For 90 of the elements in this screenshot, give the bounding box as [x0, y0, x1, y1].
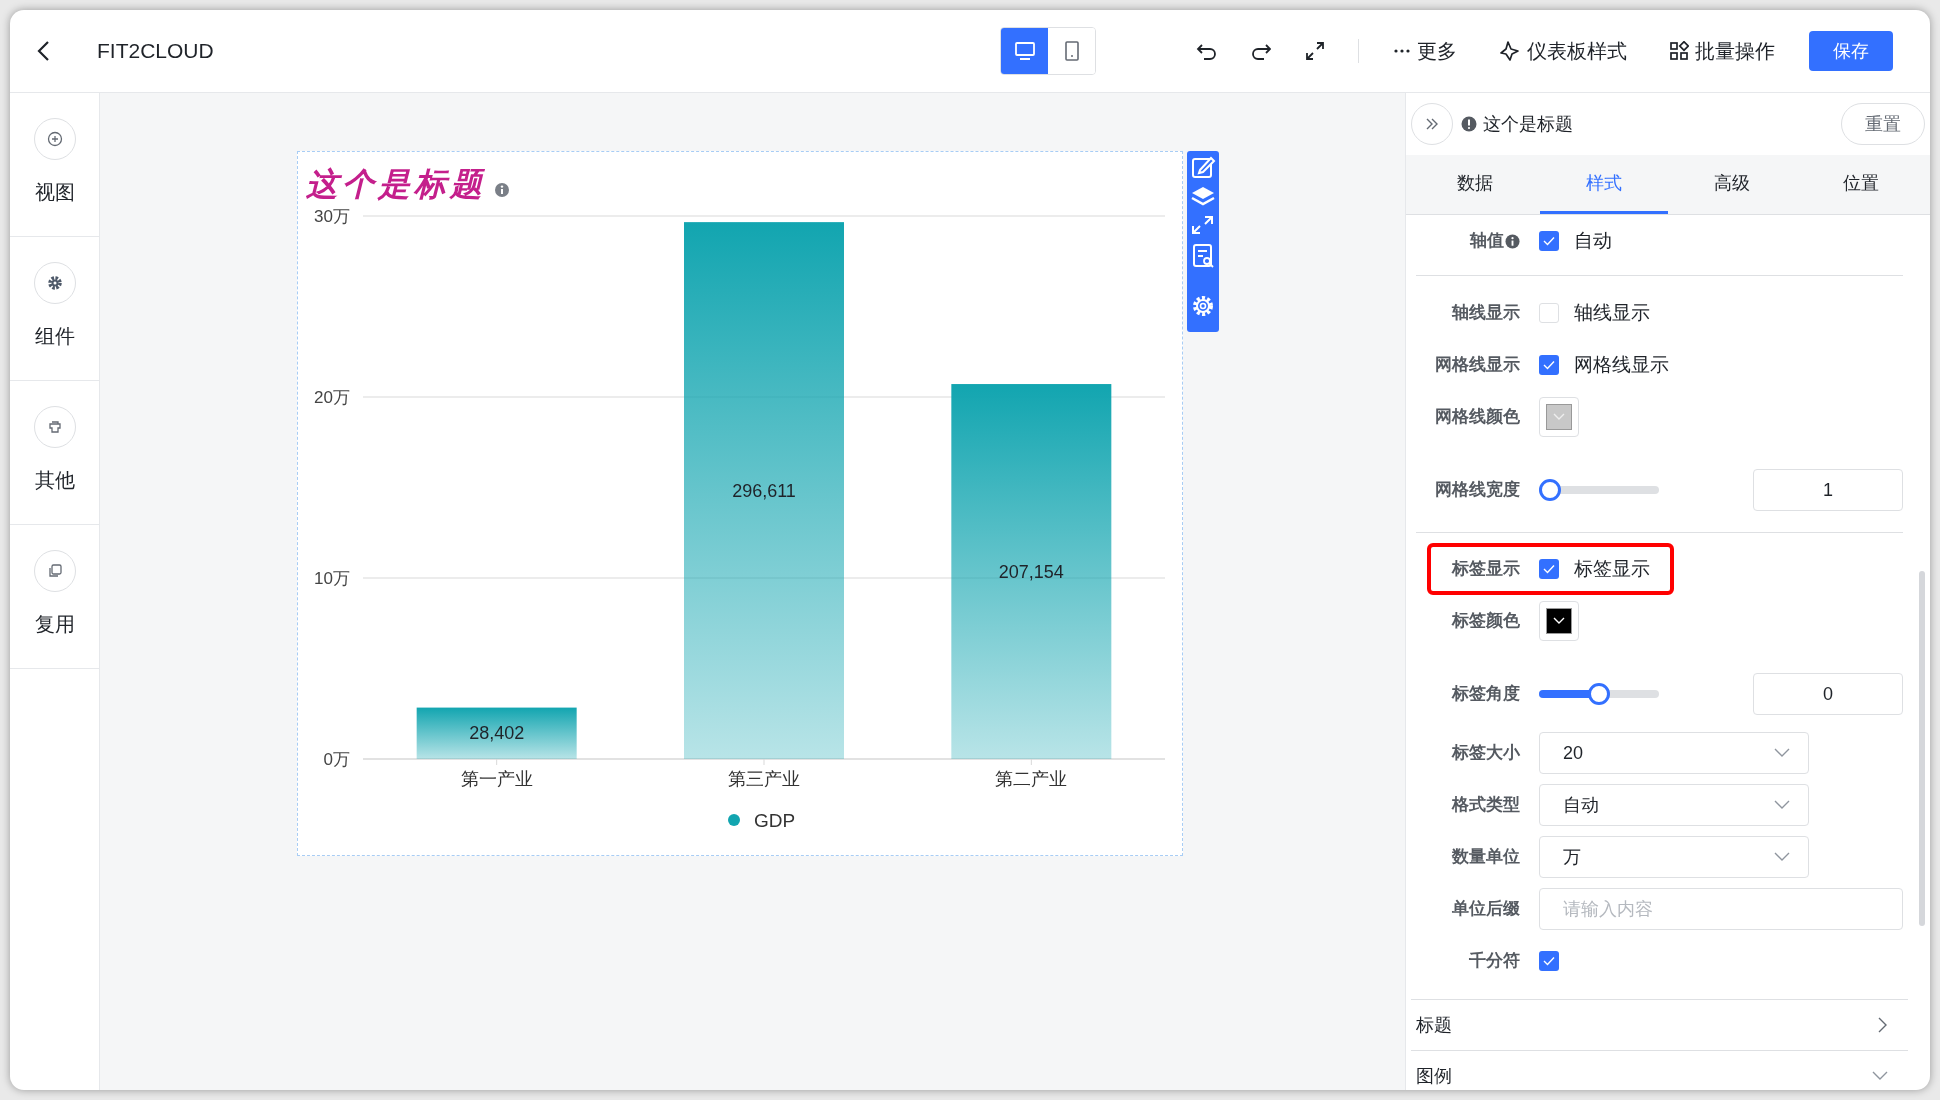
chevron-down-icon	[1774, 852, 1790, 862]
checkbox-label: 自动	[1574, 228, 1612, 253]
checkbox[interactable]	[1539, 559, 1559, 579]
collapse-section[interactable]: 图例	[1411, 1050, 1908, 1090]
app-title: FIT2CLOUD	[97, 38, 214, 65]
color-picker[interactable]	[1539, 397, 1579, 437]
slider[interactable]	[1539, 683, 1659, 705]
chevron-down-icon	[1774, 748, 1790, 758]
chevron-down-icon	[1774, 800, 1790, 810]
checkbox[interactable]	[1539, 355, 1559, 375]
select-field[interactable]: 自动	[1539, 784, 1809, 826]
edit-icon[interactable]	[1192, 156, 1216, 178]
more-icon	[1393, 48, 1411, 54]
tab[interactable]: 样式	[1539, 155, 1668, 214]
field-label: 标签颜色	[1452, 610, 1520, 633]
checkbox[interactable]	[1539, 951, 1559, 971]
select-field[interactable]: 20	[1539, 732, 1809, 774]
field-label: 网格线宽度	[1435, 479, 1520, 502]
collapse-section[interactable]: 标题	[1411, 999, 1908, 1050]
field-label: 轴值	[1470, 230, 1504, 253]
check-icon	[1543, 360, 1555, 370]
double-chevron-icon	[1425, 117, 1439, 131]
field-label: 网格线显示	[1435, 354, 1520, 377]
fullscreen-icon[interactable]	[1304, 40, 1326, 62]
field-label: 格式类型	[1452, 794, 1520, 817]
tab[interactable]: 数据	[1411, 155, 1540, 214]
value-label: 296,611	[732, 480, 796, 501]
field-label: 数量单位	[1452, 846, 1520, 869]
sidebar-item[interactable]: 复用	[10, 525, 99, 669]
select-field[interactable]: 万	[1539, 836, 1809, 878]
chart-title: 这个是标题	[306, 168, 486, 200]
check-icon	[1543, 236, 1555, 246]
field-label: 标签角度	[1452, 683, 1520, 706]
field-label: 标签显示	[1452, 558, 1520, 581]
color-picker[interactable]	[1539, 601, 1579, 641]
slider-thumb[interactable]	[1539, 479, 1561, 501]
layers-icon[interactable]	[1191, 187, 1215, 206]
plus-circle-icon	[46, 131, 63, 147]
checkbox[interactable]	[1539, 231, 1559, 251]
checkbox-label: 标签显示	[1574, 556, 1650, 581]
alert-icon	[1461, 116, 1477, 132]
field-label: 千分符	[1469, 950, 1520, 973]
batch-button[interactable]: 批量操作	[1669, 36, 1775, 66]
chevron-down-icon	[1872, 1071, 1888, 1081]
tab[interactable]: 高级	[1668, 155, 1797, 214]
value-label: 207,154	[998, 561, 1064, 582]
axis-tick-label: 0万	[323, 750, 350, 769]
field-label: 网格线颜色	[1435, 406, 1520, 429]
sidebar-item[interactable]: 组件	[10, 237, 99, 381]
grid-icon	[1669, 41, 1689, 61]
category-label: 第三产业	[728, 769, 800, 789]
resize-icon[interactable]	[1192, 216, 1213, 234]
number-input[interactable]: 1	[1753, 469, 1903, 511]
brush-icon	[1499, 40, 1521, 62]
scrollbar[interactable]	[1919, 571, 1925, 926]
desktop-mode-button[interactable]	[1001, 28, 1048, 74]
checkbox[interactable]	[1539, 303, 1559, 323]
slider[interactable]	[1539, 479, 1659, 501]
panel-title: 这个是标题	[1483, 112, 1573, 136]
text-input[interactable]: 请输入内容	[1539, 888, 1903, 930]
more-button[interactable]: 更多	[1393, 36, 1457, 66]
info-icon	[494, 182, 510, 198]
legend-marker	[728, 814, 740, 826]
checkbox-label: 轴线显示	[1574, 300, 1650, 325]
document-search-icon[interactable]	[1193, 244, 1214, 268]
chevron-right-icon	[1878, 1017, 1888, 1033]
number-input[interactable]: 0	[1753, 673, 1903, 715]
sidebar-item[interactable]: 其他	[10, 381, 99, 525]
style-button[interactable]: 仪表板样式	[1499, 36, 1627, 66]
category-label: 第二产业	[995, 769, 1068, 789]
phone-icon	[1063, 40, 1080, 62]
field-label: 单位后缀	[1452, 898, 1520, 921]
slider-thumb[interactable]	[1588, 683, 1610, 705]
legend-label[interactable]: GDP	[754, 810, 796, 831]
value-label: 28,402	[469, 723, 525, 744]
field-label: 标签大小	[1452, 742, 1520, 765]
sidebar-item[interactable]: 视图	[10, 93, 99, 237]
tab[interactable]: 位置	[1796, 155, 1925, 214]
axis-tick-label: 20万	[314, 388, 350, 407]
check-icon	[1543, 956, 1555, 966]
checkbox-label: 网格线显示	[1574, 352, 1669, 377]
box-icon	[46, 419, 63, 435]
monitor-icon	[1013, 41, 1036, 61]
axis-tick-label: 30万	[314, 207, 350, 226]
category-label: 第一产业	[460, 769, 533, 789]
check-icon	[1543, 564, 1555, 574]
axis-tick-label: 10万	[314, 569, 350, 588]
save-button[interactable]: 保存	[1809, 31, 1893, 71]
copy-icon	[46, 563, 63, 579]
field-label: 轴线显示	[1452, 302, 1520, 325]
